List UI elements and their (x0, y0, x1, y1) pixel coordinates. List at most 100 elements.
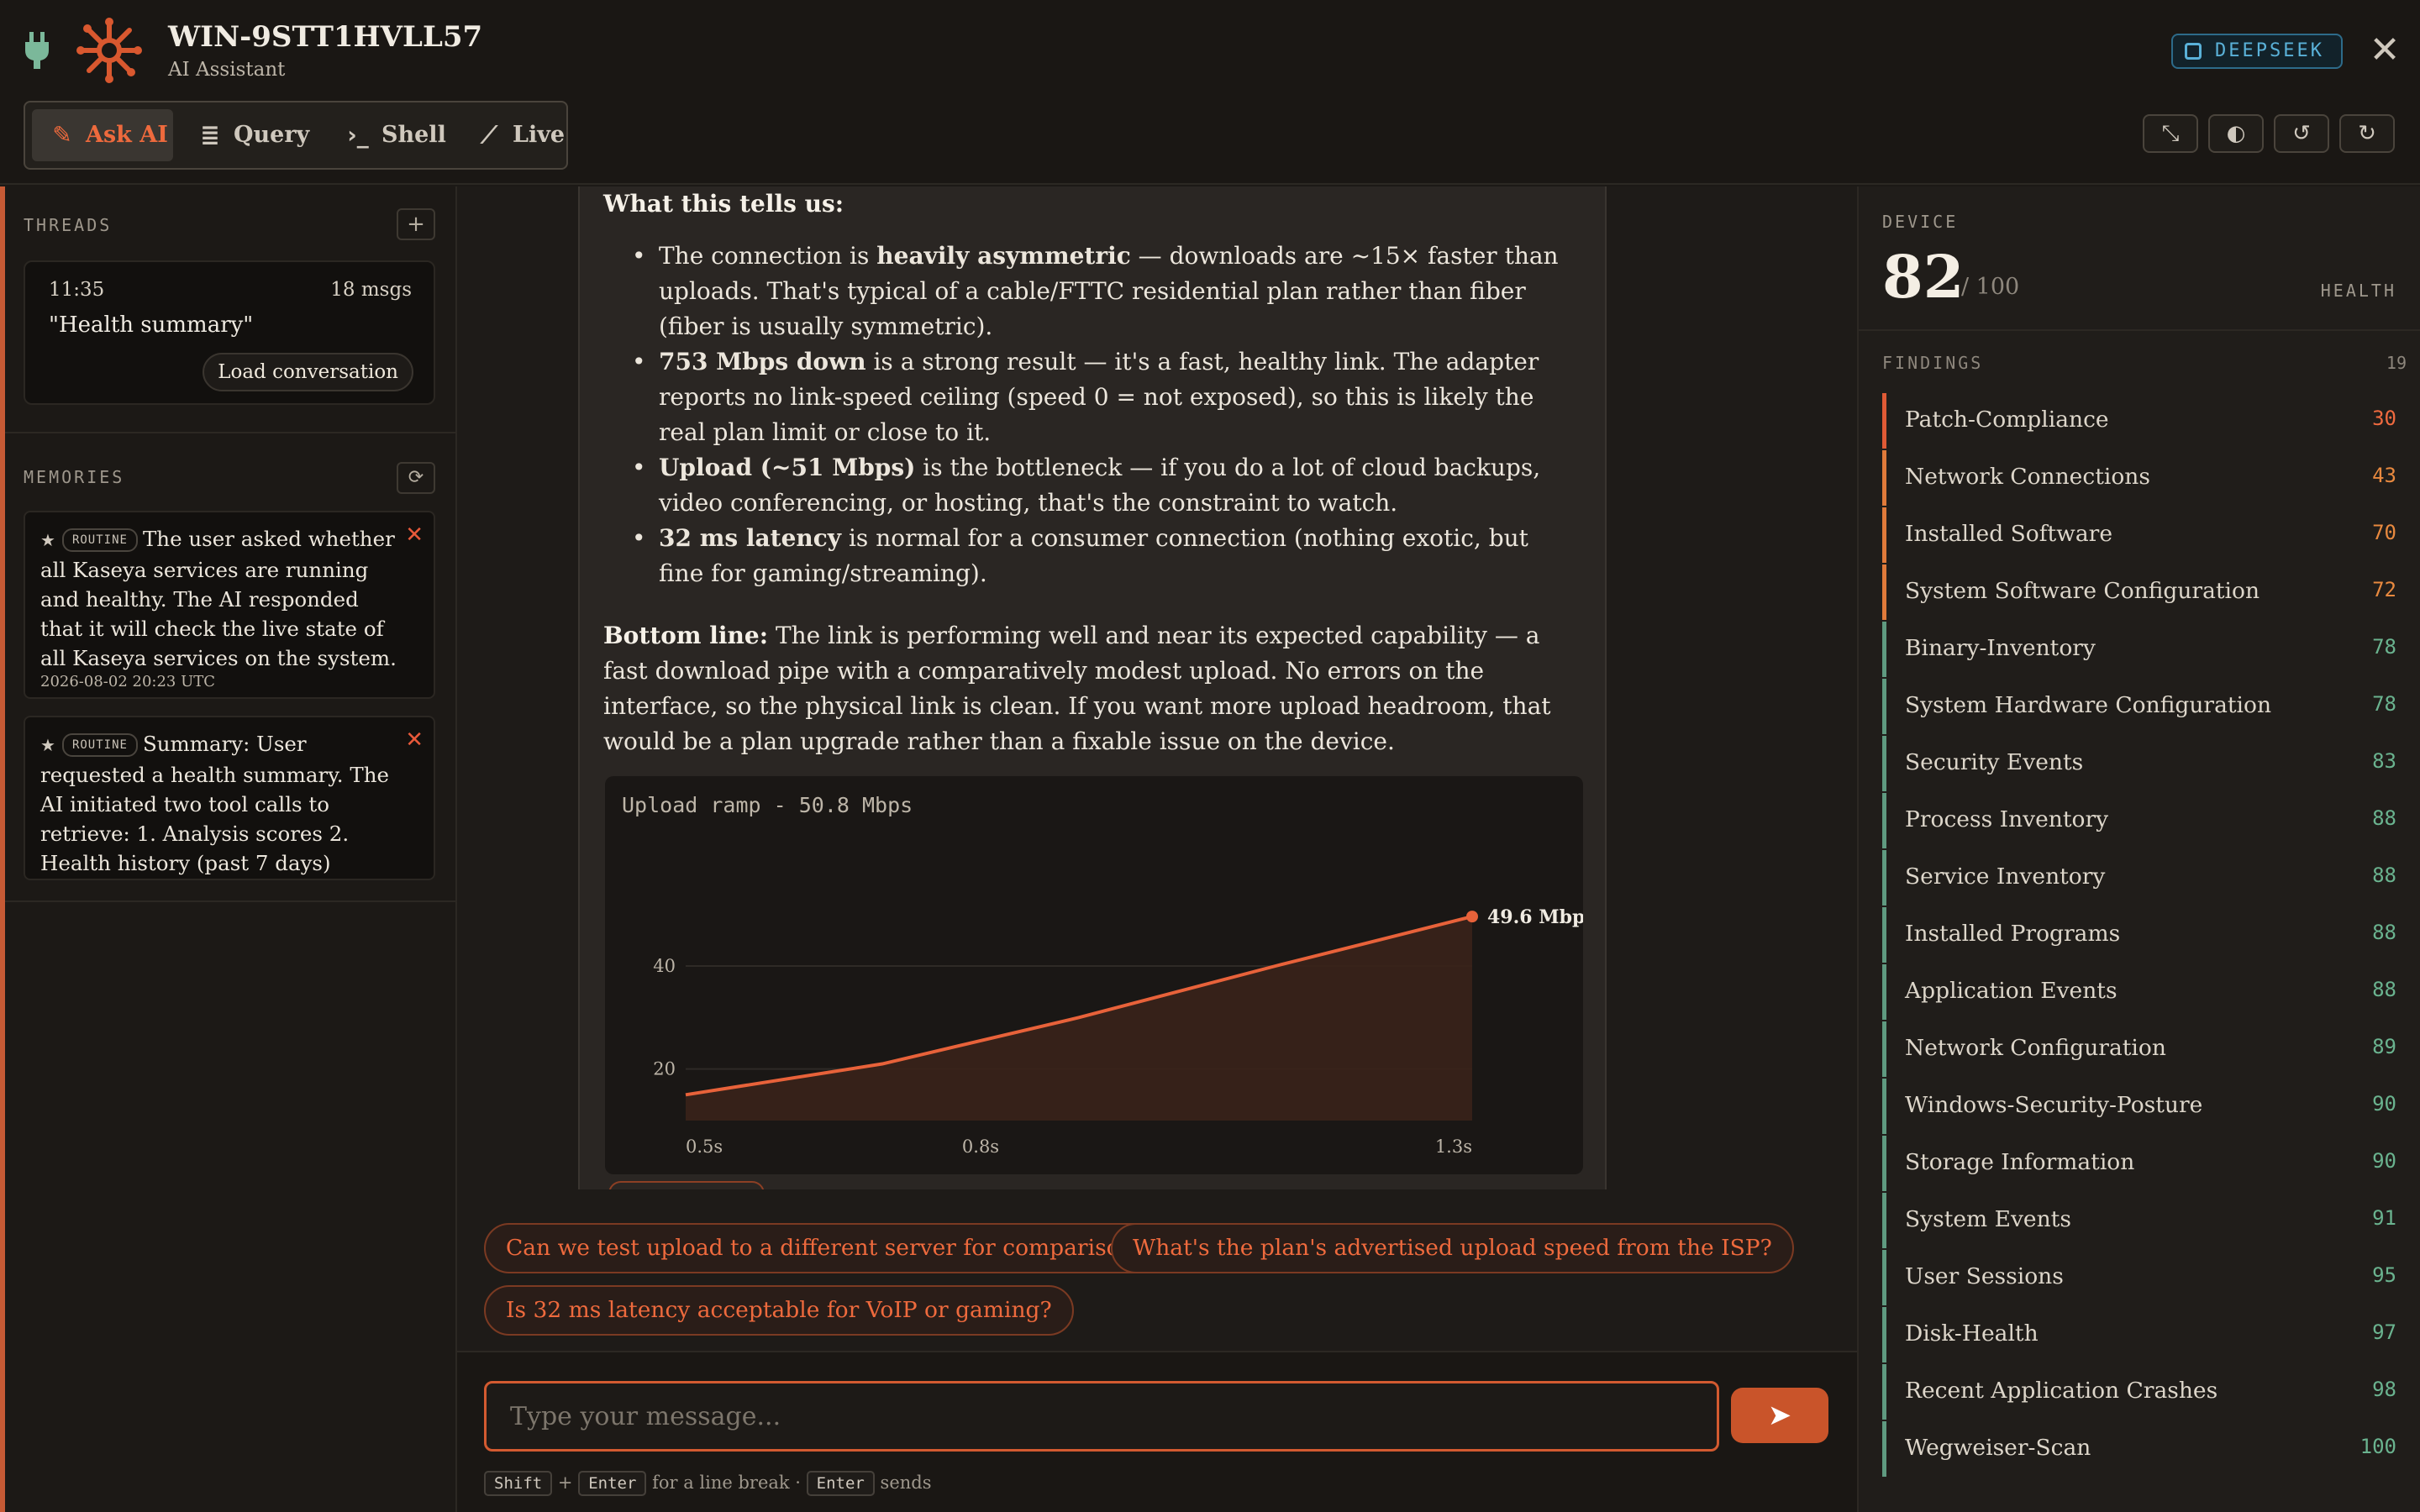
delete-memory-icon[interactable]: ✕ (405, 521, 424, 550)
tab-shell[interactable]: ›_ Shell (328, 109, 454, 161)
device-panel: DEVICE 82 / 100 HEALTH FINDINGS 19 Patch… (1857, 186, 2420, 1512)
brain-button[interactable]: ◐ (2208, 114, 2264, 153)
bottom-line: Bottom line: The link is performing well… (603, 622, 1551, 755)
finding-score: 91 (2372, 1206, 2396, 1230)
data-label: 49.6 Mbps (1487, 906, 1583, 928)
refresh-memories-button[interactable]: ⟳ (397, 462, 435, 494)
data-point (1466, 911, 1478, 923)
finding-score: 88 (2372, 978, 2396, 1001)
finding-name: Network Connections (1905, 464, 2150, 490)
history-button[interactable]: ↺ (2274, 114, 2329, 153)
thread-item[interactable]: 11:35 18 msgs "Health summary" Load conv… (24, 260, 435, 405)
brain-icon: ◐ (2226, 121, 2246, 146)
new-thread-button[interactable]: + (397, 208, 435, 240)
finding-name: Security Events (1905, 749, 2084, 775)
finding-row[interactable]: Service Inventory 88 (1882, 850, 2407, 906)
health-score-max: / 100 (1961, 274, 2020, 300)
finding-row[interactable]: Wegweiser-Scan 100 (1882, 1421, 2407, 1477)
memory-tag: ROUTINE (61, 733, 138, 757)
tab-label: Ask AI (86, 122, 168, 148)
delete-memory-icon[interactable]: ✕ (405, 726, 424, 755)
finding-row[interactable]: Installed Software 70 (1882, 507, 2407, 563)
health-label: HEALTH (2320, 281, 2396, 301)
finding-name: System Software Configuration (1905, 578, 2260, 604)
finding-row[interactable]: Recent Application Crashes 98 (1882, 1364, 2407, 1420)
finding-row[interactable]: Binary-Inventory 78 (1882, 622, 2407, 677)
finding-score: 100 (2360, 1435, 2396, 1458)
history-icon: ↺ (2292, 121, 2311, 146)
suggestion-chip[interactable]: What's the plan's advertised upload spee… (1111, 1223, 1794, 1273)
thread-msg-count: 18 msgs (330, 279, 412, 301)
finding-row[interactable]: User Sessions 95 (1882, 1250, 2407, 1305)
device-label: DEVICE (1882, 212, 1959, 232)
suggestion-chip[interactable]: Is 32 ms latency acceptable for VoIP or … (484, 1285, 1074, 1336)
finding-row[interactable]: Network Connections 43 (1882, 450, 2407, 506)
message-bullets: The connection is heavily asymmetric — d… (630, 239, 1580, 591)
x-tick-label: 0.8s (962, 1137, 999, 1157)
collapse-button[interactable]: ⤡ (2143, 114, 2198, 153)
cut-off-chips (608, 1181, 944, 1189)
tab-ask-ai[interactable]: ✎ Ask AI (32, 109, 173, 161)
finding-name: Windows-Security-Posture (1905, 1092, 2203, 1118)
finding-name: Recent Application Crashes (1905, 1378, 2218, 1404)
close-icon[interactable]: ✕ (2368, 32, 2402, 69)
finding-name: Installed Programs (1905, 921, 2121, 947)
send-button[interactable]: ➤ (1731, 1388, 1828, 1443)
terminal-icon: ›_ (347, 121, 369, 149)
hostname: WIN-9STT1HVLL57 (168, 20, 483, 54)
finding-row[interactable]: System Software Configuration 72 (1882, 564, 2407, 620)
suggestion-chip[interactable]: Can we test upload to a different server… (484, 1223, 1168, 1273)
finding-row[interactable]: System Events 91 (1882, 1193, 2407, 1248)
finding-row[interactable]: Installed Programs 88 (1882, 907, 2407, 963)
thread-name: "Health summary" (49, 312, 254, 338)
tab-label: Query (234, 122, 310, 148)
message-heading: What this tells us: (603, 190, 844, 218)
chat-panel: What this tells us: The connection is he… (457, 186, 1857, 1512)
message-input[interactable] (484, 1381, 1719, 1452)
finding-score: 89 (2372, 1035, 2396, 1058)
tab-query[interactable]: ≣ Query (180, 109, 321, 161)
finding-row[interactable]: Network Configuration 89 (1882, 1021, 2407, 1077)
memory-tag: ROUTINE (61, 528, 138, 552)
finding-row[interactable]: Security Events 83 (1882, 736, 2407, 791)
logo-icon (76, 18, 142, 83)
finding-row[interactable]: Windows-Security-Posture 90 (1882, 1079, 2407, 1134)
finding-name: Storage Information (1905, 1149, 2135, 1175)
y-tick-label: 40 (653, 956, 676, 976)
finding-row[interactable]: Disk-Health 97 (1882, 1307, 2407, 1362)
finding-row[interactable]: Storage Information 90 (1882, 1136, 2407, 1191)
finding-score: 88 (2372, 806, 2396, 830)
mode-tabs: ✎ Ask AI ≣ Query ›_ Shell ⟋ Live (24, 101, 568, 170)
chart-svg: 20 40 49.6 Mbps 0.5s 0.8s 1.3s (653, 906, 1583, 1157)
composer: ➤ Shift + Enter for a line break · Enter… (457, 1351, 1857, 1512)
finding-name: User Sessions (1905, 1263, 2064, 1289)
memory-item: ★ ROUTINE Summary: User requested a health… (24, 716, 435, 880)
findings-count: 19 (2386, 353, 2407, 373)
finding-name: System Events (1905, 1206, 2071, 1232)
plus-icon: + (407, 212, 425, 237)
load-conversation-button[interactable]: Load conversation (203, 353, 413, 391)
finding-name: Service Inventory (1905, 864, 2106, 890)
finding-name: Patch-Compliance (1905, 407, 2109, 433)
finding-score: 78 (2372, 692, 2396, 716)
finding-row[interactable]: System Hardware Configuration 78 (1882, 679, 2407, 734)
x-tick-label: 0.5s (686, 1137, 723, 1157)
refresh-icon: ⟳ (408, 467, 424, 488)
finding-row[interactable]: Patch-Compliance 30 (1882, 393, 2407, 449)
finding-score: 43 (2372, 464, 2396, 487)
refresh-button[interactable]: ↻ (2339, 114, 2395, 153)
y-tick-label: 20 (653, 1059, 676, 1079)
health-score: 82 (1882, 242, 1965, 312)
x-tick-label: 1.3s (1435, 1137, 1472, 1157)
tab-label: Shell (381, 122, 446, 148)
subtitle: AI Assistant (168, 59, 286, 81)
wand-icon: ✎ (52, 121, 72, 149)
bullet-item: The connection is heavily asymmetric — d… (630, 239, 1580, 344)
tab-live[interactable]: ⟋ Live (459, 109, 565, 161)
bullet-item: 753 Mbps down is a strong result — it's … (630, 344, 1580, 450)
model-badge[interactable]: DEEPSEEK (2171, 34, 2343, 69)
finding-row[interactable]: Application Events 88 (1882, 964, 2407, 1020)
finding-score: 72 (2372, 578, 2396, 601)
bullet-item: Upload (~51 Mbps) is the bottleneck — if… (630, 450, 1580, 521)
finding-row[interactable]: Process Inventory 88 (1882, 793, 2407, 848)
